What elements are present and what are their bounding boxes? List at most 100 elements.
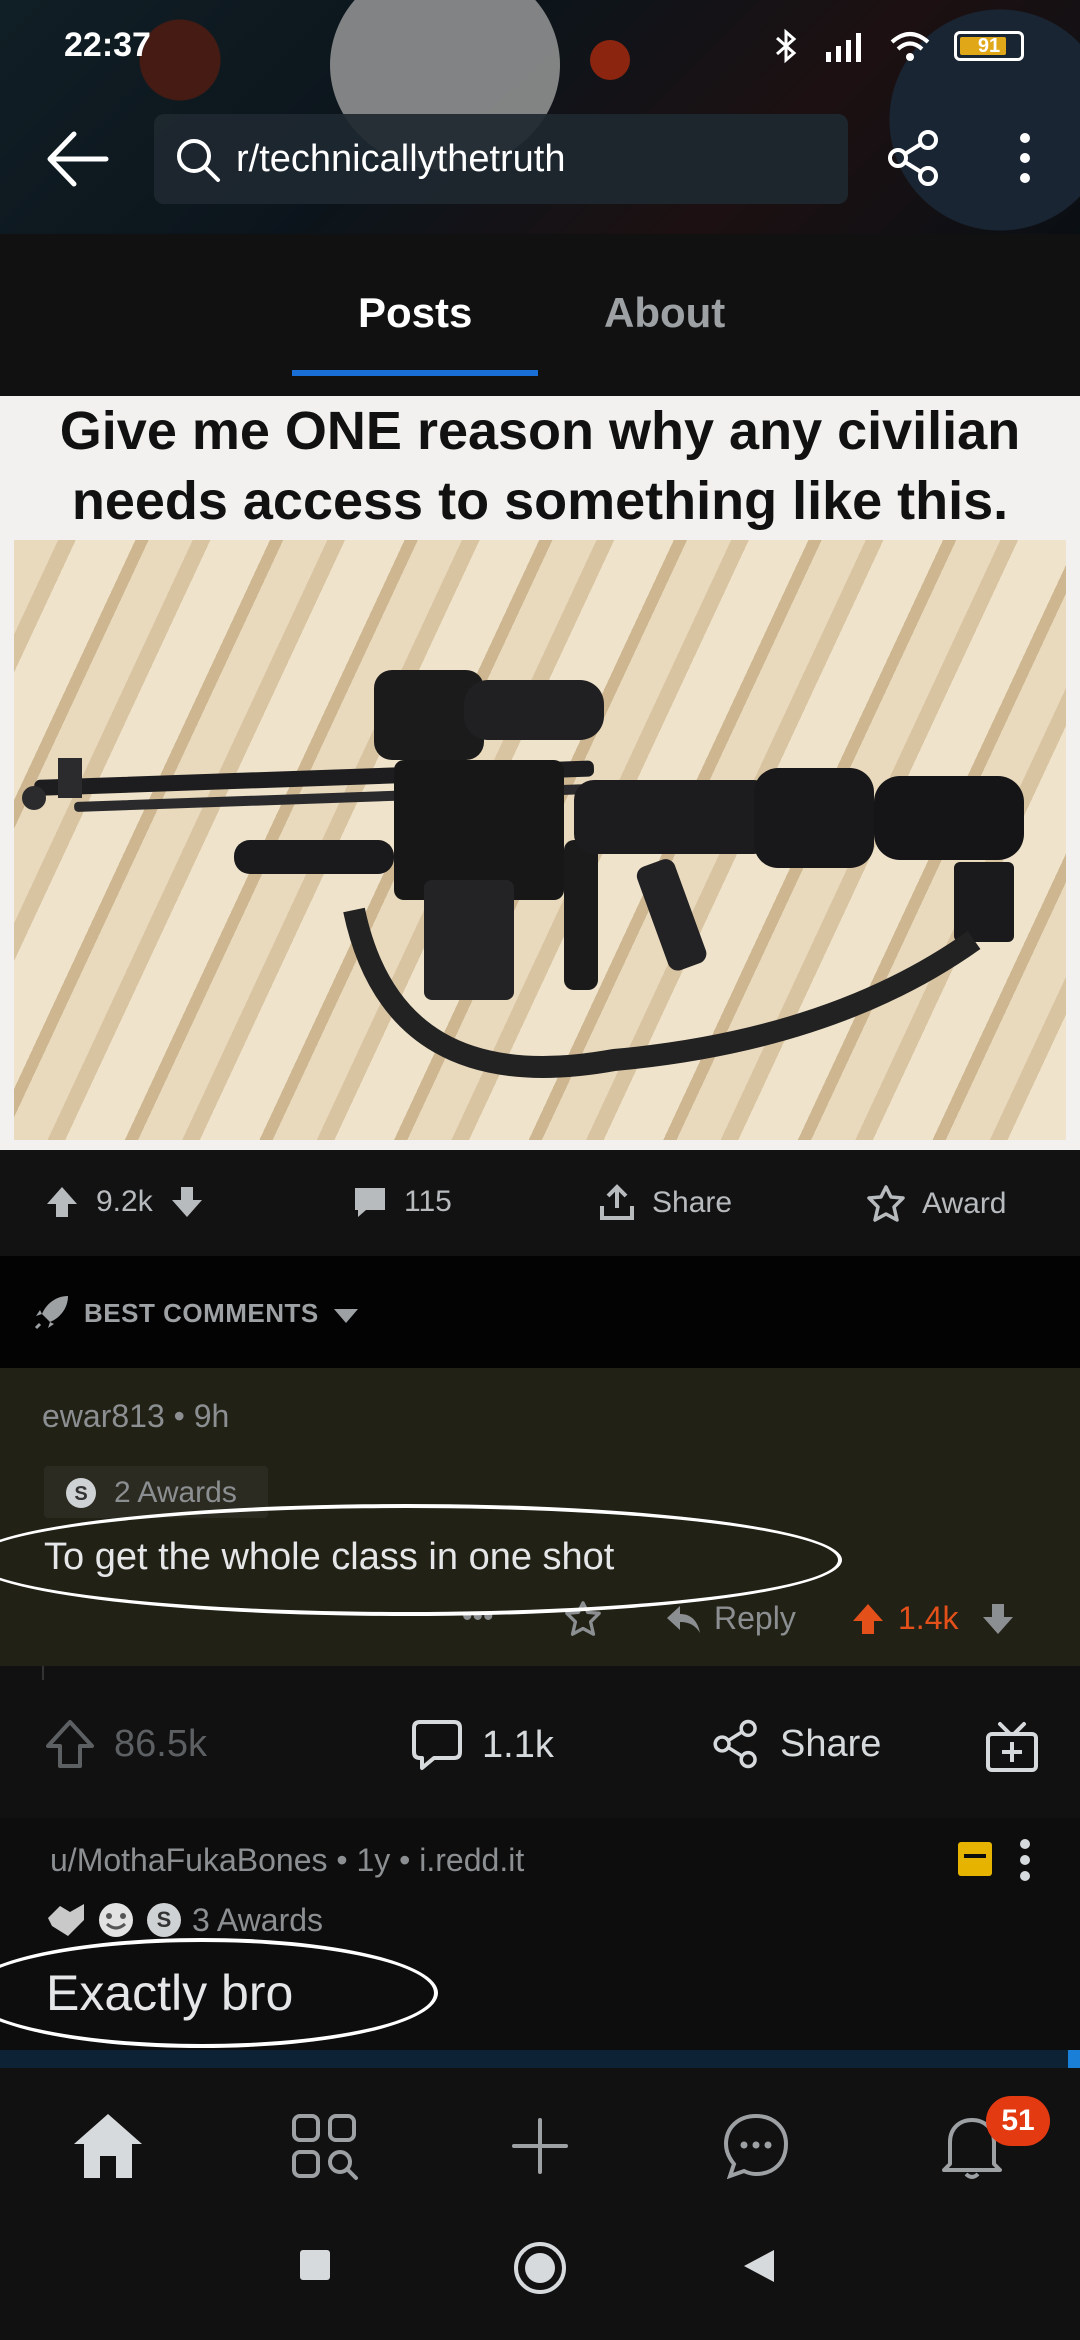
home-system-button[interactable] (512, 2240, 568, 2296)
back-arrow-icon (47, 131, 109, 187)
comment-bubble-icon (412, 1720, 462, 1770)
discover-grid-icon (292, 2114, 358, 2180)
feed-comments-button[interactable]: 1.1k (410, 1718, 554, 1772)
top-app-bar: r/technicallythetruth (0, 110, 1080, 206)
archive-icon[interactable] (958, 1842, 992, 1876)
svg-text:S: S (157, 1907, 172, 1932)
plus-icon (512, 2118, 568, 2174)
next-post-meta[interactable]: u/MothaFukaBones • 1y • i.redd.it (50, 1842, 524, 1879)
back-system-button[interactable] (742, 2248, 776, 2284)
comment-body: To get the whole class in one shot (44, 1536, 615, 1578)
feed-award-button[interactable] (984, 1718, 1040, 1774)
svg-text:S: S (74, 1483, 87, 1505)
next-post-card[interactable]: u/MothaFukaBones • 1y • i.redd.it S 3 Aw… (0, 1818, 1080, 2068)
tab-about[interactable]: About (604, 289, 725, 337)
nav-discover[interactable] (286, 2108, 362, 2184)
award-button[interactable]: Award (866, 1184, 1007, 1224)
chevron-down-icon (334, 1309, 358, 1323)
post-image[interactable]: Give me ONE reason why any civilian need… (0, 396, 1080, 1150)
back-button[interactable] (44, 128, 110, 190)
wholesome-award-icon (99, 1903, 133, 1937)
silver-award-icon: S (147, 1903, 181, 1937)
comment-awards[interactable]: S 2 Awards (44, 1466, 268, 1518)
upvote-icon[interactable] (44, 1184, 80, 1220)
next-post-media-preview[interactable] (0, 2050, 1080, 2068)
upvote-active-icon[interactable] (850, 1601, 886, 1637)
comment-vote-group: 1.4k (850, 1600, 1016, 1637)
bluetooth-icon (776, 28, 797, 64)
award-icon (867, 1185, 905, 1222)
next-post-more-button[interactable] (1018, 1838, 1032, 1882)
feed-comment-count: 1.1k (482, 1723, 554, 1766)
share-icon (888, 130, 938, 186)
comment-count: 115 (404, 1185, 452, 1218)
reply-icon (667, 1605, 700, 1633)
nav-chat[interactable] (718, 2108, 794, 2184)
feed-vote-group: 86.5k (44, 1718, 207, 1770)
nav-home[interactable] (70, 2108, 146, 2184)
wifi-icon (890, 32, 930, 61)
award-icon (565, 1601, 601, 1636)
upvote-count: 9.2k (96, 1185, 153, 1218)
tab-posts[interactable]: Posts (358, 289, 472, 337)
comment-sort-bar[interactable]: BEST COMMENTS (0, 1256, 1080, 1368)
downvote-icon[interactable] (169, 1184, 205, 1220)
share-upload-icon (600, 1184, 634, 1220)
comments-button[interactable]: 115 (352, 1184, 452, 1220)
status-icons: 91 (774, 28, 1024, 64)
upvote-outline-icon[interactable] (44, 1718, 96, 1770)
more-vertical-icon (1020, 133, 1030, 183)
subreddit-tabs: Posts About (0, 234, 1080, 396)
meme-caption: Give me ONE reason why any civilian need… (59, 401, 1021, 531)
square-icon (300, 2250, 330, 2280)
gift-award-icon (986, 1722, 1038, 1772)
bottom-navigation (0, 2068, 1080, 2208)
cellular-signal-icon (826, 33, 861, 62)
next-post-awards[interactable]: S 3 Awards (44, 1900, 323, 1940)
comment-card: ewar813 • 9h S 2 Awards To get the whole… (0, 1368, 1080, 1666)
downvote-icon[interactable] (980, 1601, 1016, 1637)
camera-rig-photo (14, 540, 1066, 1140)
post-action-bar: 9.2k 115 Share Award (0, 1150, 1080, 1256)
nav-create-post[interactable] (502, 2108, 578, 2184)
more-options-button[interactable] (1010, 128, 1040, 188)
feed-upvote-count: 86.5k (114, 1722, 207, 1765)
silver-award-icon: S (66, 1478, 96, 1508)
share-subreddit-button[interactable] (884, 128, 944, 188)
reply-button[interactable]: Reply (664, 1600, 796, 1637)
search-query: r/technicallythetruth (236, 138, 566, 180)
active-tab-indicator (292, 370, 538, 376)
comment-icon (355, 1188, 385, 1217)
circle-home-icon (514, 2242, 566, 2294)
battery-icon: 91 (954, 31, 1024, 61)
rocket-icon (34, 1296, 68, 1330)
status-time: 22:37 (64, 26, 151, 64)
feed-share-label: Share (780, 1722, 882, 1765)
award-label: Award (922, 1187, 1007, 1220)
reply-label: Reply (714, 1600, 796, 1636)
recents-button[interactable] (298, 2248, 332, 2282)
comment-more-dots[interactable]: ••• (462, 1600, 494, 1634)
chat-bubble-icon (723, 2113, 789, 2180)
home-icon (74, 2114, 142, 2178)
handshake-award-icon (48, 1904, 84, 1936)
triangle-back-icon (744, 2250, 774, 2282)
share-label: Share (652, 1186, 733, 1219)
status-bar: 22:37 91 (0, 0, 1080, 96)
share-button[interactable]: Share (598, 1184, 732, 1222)
next-post-awards-count: 3 Awards (192, 1901, 324, 1938)
battery-level: 91 (977, 35, 1001, 57)
search-bar[interactable]: r/technicallythetruth (154, 114, 848, 204)
sort-label: BEST COMMENTS (84, 1298, 319, 1328)
notification-badge: 51 (986, 2096, 1050, 2146)
comment-award-button[interactable] (564, 1600, 602, 1638)
search-icon (174, 136, 222, 184)
comment-author-meta[interactable]: ewar813 • 9h (42, 1398, 229, 1435)
comment-awards-count: 2 Awards (114, 1476, 237, 1509)
more-vertical-icon (1020, 1839, 1030, 1881)
comment-score: 1.4k (898, 1600, 959, 1636)
share-icon (713, 1719, 757, 1769)
feed-post-action-bar: 86.5k 1.1k Share (0, 1666, 1080, 1818)
next-post-title[interactable]: Exactly bro (46, 1964, 293, 2022)
feed-share-button[interactable]: Share (710, 1718, 881, 1770)
